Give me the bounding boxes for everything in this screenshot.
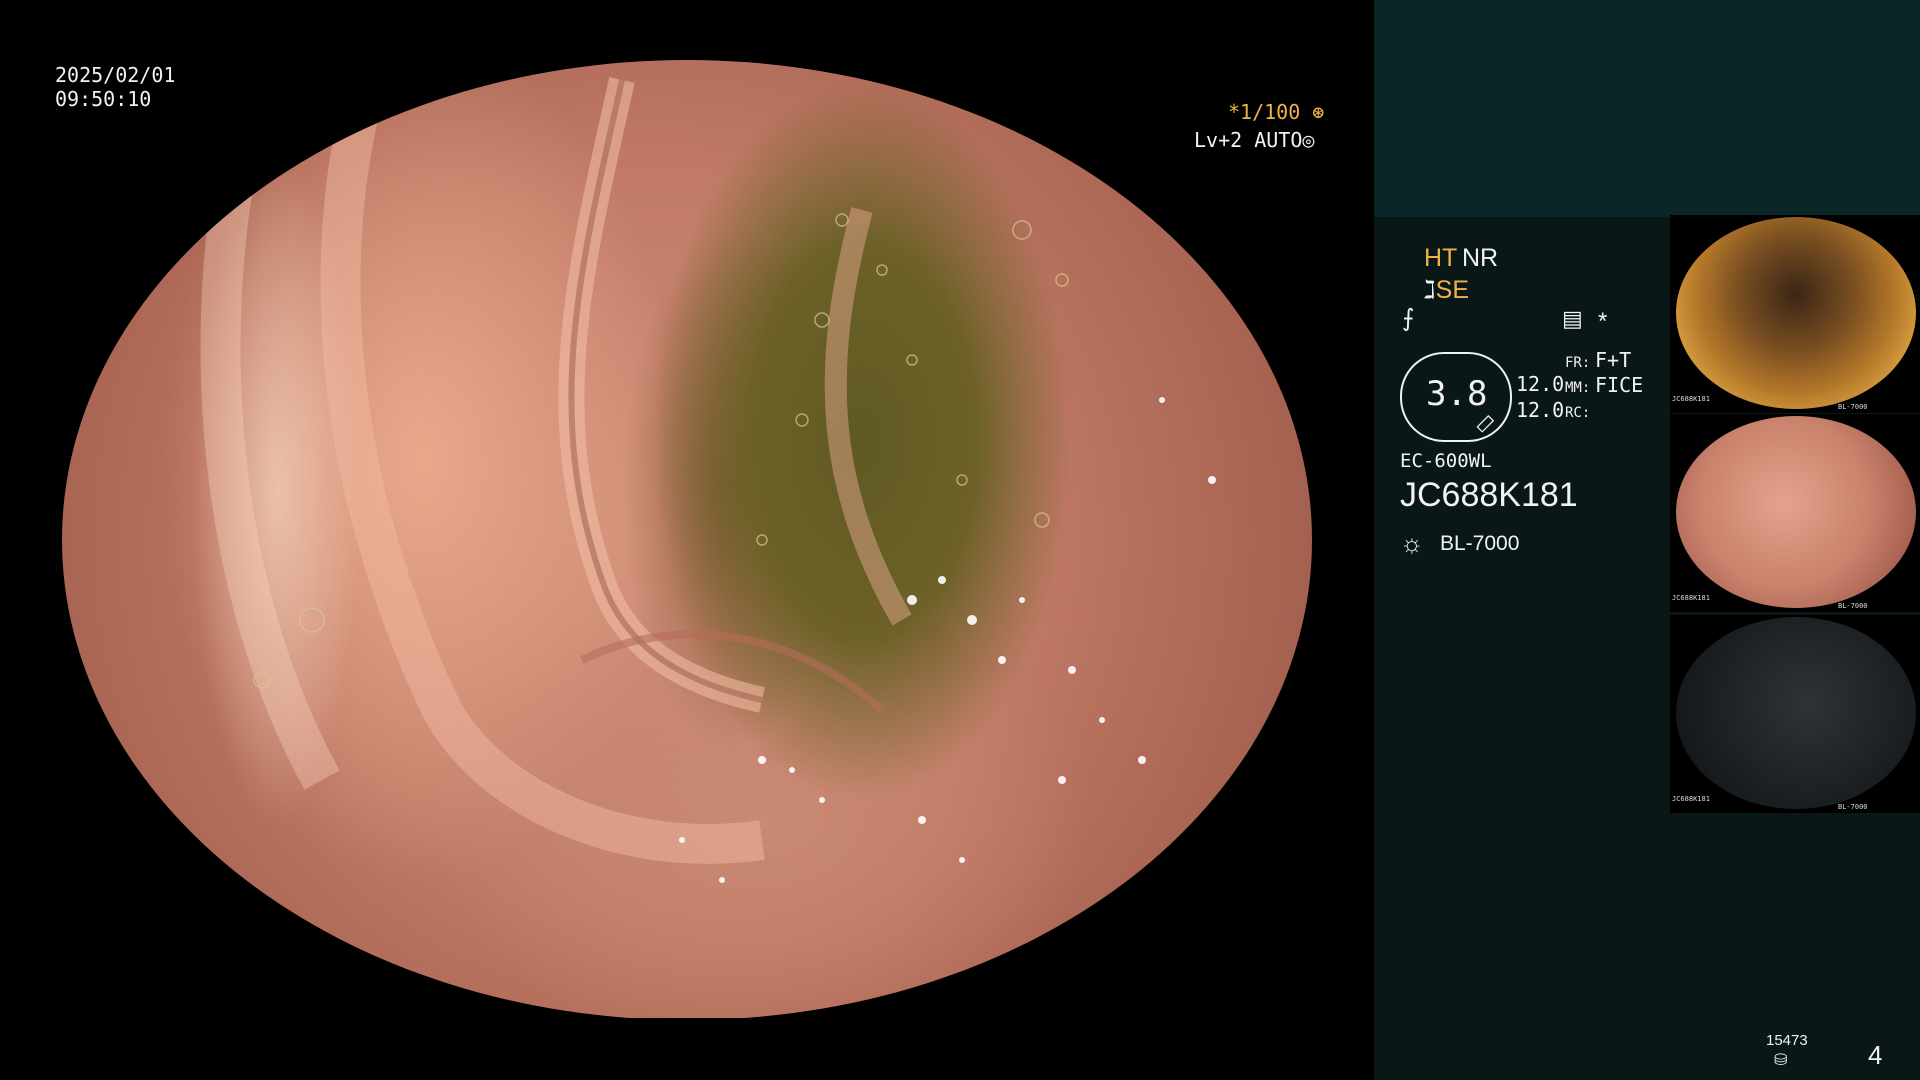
time-text: 09:50:10 (55, 87, 152, 111)
shutter-icon: ⊛ (1312, 100, 1325, 124)
date-text: 2025/02/01 (55, 63, 176, 87)
zoom-value: 3.8 (1426, 374, 1488, 414)
rc-label: RC: (1565, 405, 1591, 421)
shutter-readout: *1/100 ⊛ (1228, 100, 1324, 124)
color-mode-icon: ⨍ (1402, 305, 1415, 332)
capture-thumbnail-2[interactable]: JC688K181 BL-7000 (1670, 414, 1920, 612)
mm-value: FICE (1595, 373, 1644, 397)
capture-thumbnail-1[interactable]: JC688K181 BL-7000 (1670, 215, 1920, 413)
shutter-text: *1/100 (1228, 100, 1301, 124)
scope-serial: JC688K181 (1400, 476, 1578, 514)
page-number: 4 (1868, 1040, 1883, 1070)
panel-header-area (1374, 0, 1920, 217)
settings-list-icon: ▤ (1562, 306, 1583, 331)
se-text: SE (1435, 276, 1470, 304)
frame-mask-top (0, 0, 1370, 60)
value-1: 12.0 (1516, 372, 1565, 396)
thumbnail-source: BL-7000 (1838, 803, 1868, 811)
light-source-icon: ☼ (1400, 528, 1424, 558)
mucosa-texture (188, 77, 1216, 883)
thumbnail-caption: JC688K181 (1672, 594, 1710, 602)
light-source-label: BL-7000 (1440, 532, 1520, 555)
mm-label: MM: (1565, 380, 1591, 396)
scope-model: EC-600WL (1400, 450, 1492, 472)
se-indicator: ℷSE (1424, 275, 1469, 305)
thumbnail-image (1676, 217, 1916, 409)
ht-indicator: HT (1424, 244, 1458, 272)
asterisk-mark: * (1598, 308, 1608, 335)
structure-enhance-icon: ℷ (1424, 276, 1436, 304)
thumbnail-caption: JC688K181 (1672, 795, 1710, 803)
level-text: Lv+2 AUTO (1194, 128, 1303, 152)
nr-indicator: NR (1462, 244, 1499, 272)
datetime-readout: 2025/02/01 09:50:10 (55, 63, 175, 111)
thumbnail-image (1676, 617, 1916, 809)
frame-mask-bottom (0, 1018, 1370, 1080)
thumbnail-source: BL-7000 (1838, 602, 1868, 610)
thumbnail-source: BL-7000 (1838, 403, 1868, 411)
iris-icon: ◎ (1302, 128, 1315, 152)
endoscope-live-view (62, 60, 1312, 1020)
thumbnail-caption: JC688K181 (1672, 395, 1710, 403)
image-counter: 15473 (1766, 1032, 1808, 1049)
fr-value: F+T (1595, 348, 1632, 372)
capture-thumbnail-3[interactable]: JC688K181 BL-7000 (1670, 615, 1920, 813)
fr-label: FR: (1565, 355, 1591, 371)
thumbnail-image (1676, 416, 1916, 608)
value-2: 12.0 (1516, 398, 1565, 422)
storage-icon: ⛁ (1774, 1052, 1788, 1069)
brightness-level-readout: Lv+2 AUTO◎ (1194, 128, 1314, 152)
